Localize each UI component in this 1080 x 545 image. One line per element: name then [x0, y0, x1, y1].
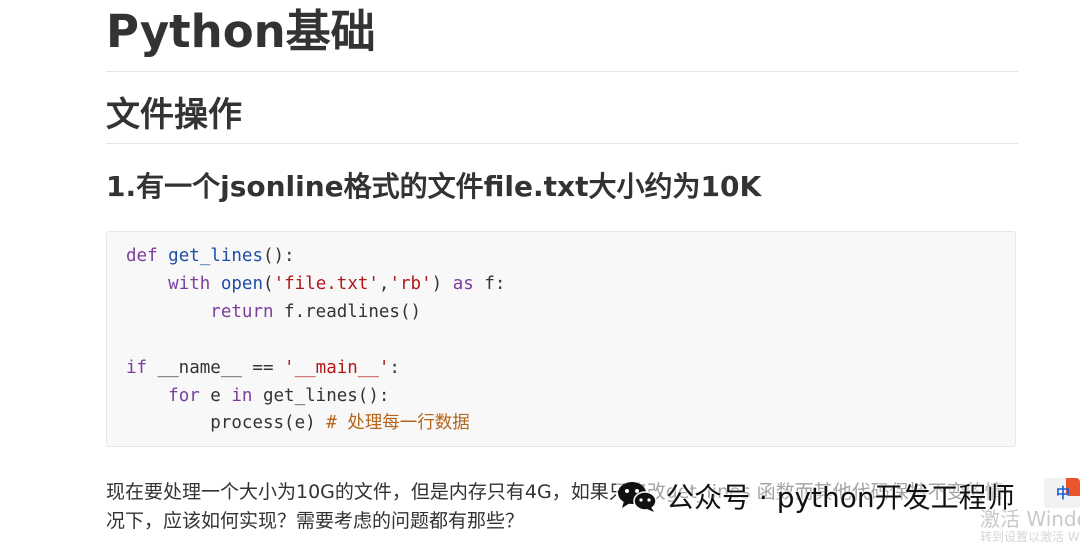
- page-title: Python基础: [106, 5, 376, 58]
- section-title: 文件操作: [106, 95, 242, 135]
- code-line-1: def get_lines():: [126, 246, 295, 266]
- ime-label: 中: [1056, 486, 1070, 502]
- title-divider: [106, 71, 1018, 72]
- question-title: 1.有一个jsonline格式的文件file.txt大小约为10K: [106, 170, 762, 203]
- code-line-2: with open('file.txt','rb') as f:: [168, 273, 506, 294]
- wechat-icon: [618, 482, 657, 512]
- code-line-6: process(e) # 处理每一行数据: [210, 413, 470, 434]
- code-line-3: return f.readlines(): [210, 301, 422, 322]
- section-divider: [106, 143, 1018, 144]
- code-line-5: for e in get_lines():: [168, 385, 390, 406]
- code-block[interactable]: def get_lines(): with open('file.txt','r…: [106, 231, 1016, 447]
- watermark-text: 公众号 · python开发工程师: [666, 481, 1015, 514]
- code-line-4: if __name__ == '__main__':: [126, 357, 400, 378]
- windows-activation-subtext: 转到设置以激活 Windows: [980, 530, 1080, 544]
- code-content: def get_lines(): with open('file.txt','r…: [126, 243, 505, 438]
- wechat-watermark: 公众号 · python开发工程师: [616, 478, 1015, 514]
